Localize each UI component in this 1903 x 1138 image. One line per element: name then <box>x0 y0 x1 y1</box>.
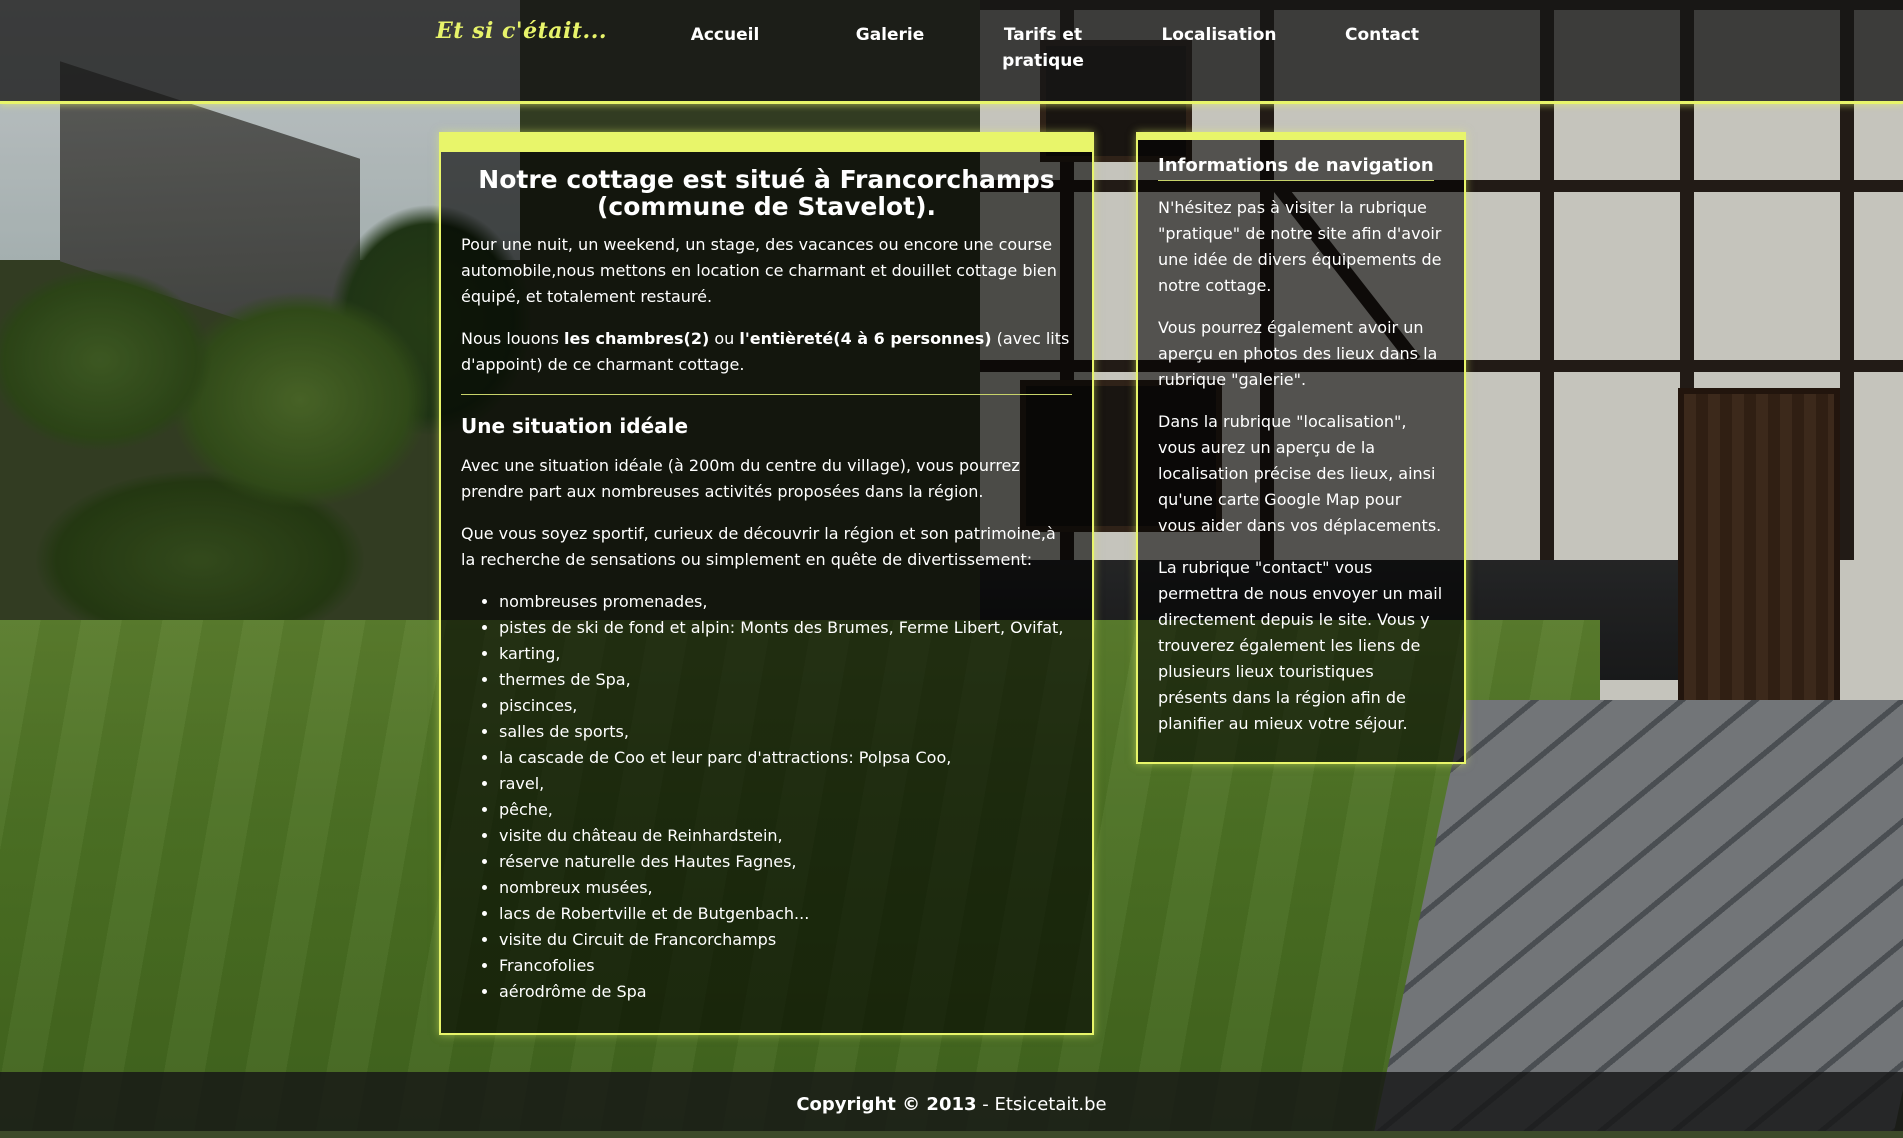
side-paragraph-contact: La rubrique "contact" vous permettra de … <box>1158 558 1443 733</box>
main-content-panel: Notre cottage est situé à Francorchamps … <box>439 132 1094 1035</box>
list-item: pêche, <box>499 797 1072 823</box>
page-title: Notre cottage est situé à Francorchamps … <box>478 165 1055 221</box>
rental-paragraph: Nous louons les chambres(2) ou l'entière… <box>461 329 1070 374</box>
list-item: thermes de Spa, <box>499 667 1072 693</box>
divider <box>461 394 1072 395</box>
side-paragraph-galerie: Vous pourrez également avoir un aperçu e… <box>1158 318 1438 389</box>
section-title: Une situation idéale <box>461 414 689 438</box>
list-item: piscinces, <box>499 693 1072 719</box>
list-item: aérodrôme de Spa <box>499 979 1072 1005</box>
side-title: Informations de navigation <box>1158 154 1434 181</box>
activities-list: nombreuses promenades, pistes de ski de … <box>461 589 1072 1005</box>
nav-localisation[interactable]: Localisation <box>1154 22 1284 48</box>
list-item: réserve naturelle des Hautes Fagnes, <box>499 849 1072 875</box>
intro-paragraph: Pour une nuit, un weekend, un stage, des… <box>461 235 1057 306</box>
visitors-paragraph: Que vous soyez sportif, curieux de décou… <box>461 524 1056 569</box>
navigation-info-panel: Informations de navigation N'hésitez pas… <box>1136 132 1466 764</box>
list-item: visite du château de Reinhardstein, <box>499 823 1072 849</box>
copyright-text: Copyright © 2013 <box>796 1094 977 1115</box>
nav-accueil[interactable]: Accueil <box>660 22 790 48</box>
site-footer: Copyright © 2013 - Etsicetait.be <box>0 1072 1903 1131</box>
footer-site-name: Etsicetait.be <box>994 1094 1107 1115</box>
list-item: ravel, <box>499 771 1072 797</box>
list-item: visite du Circuit de Francorchamps <box>499 927 1072 953</box>
list-item: Francofolies <box>499 953 1072 979</box>
situation-paragraph: Avec une situation idéale (à 200m du cen… <box>461 456 1020 501</box>
rooms-highlight: les chambres(2) <box>564 329 710 348</box>
whole-highlight: l'entièreté(4 à 6 personnes) <box>739 329 992 348</box>
nav-galerie[interactable]: Galerie <box>825 22 955 48</box>
list-item: pistes de ski de fond et alpin: Monts de… <box>499 615 1072 641</box>
nav-tarifs-pratique[interactable]: Tarifs et pratique <box>988 22 1098 74</box>
list-item: la cascade de Coo et leur parc d'attract… <box>499 745 1072 771</box>
site-header: Et si c'était... Accueil Galerie Tarifs … <box>0 0 1903 104</box>
nav-contact[interactable]: Contact <box>1317 22 1447 48</box>
side-paragraph-pratique: N'hésitez pas à visiter la rubrique "pra… <box>1158 198 1442 295</box>
list-item: nombreuses promenades, <box>499 589 1072 615</box>
site-logo[interactable]: Et si c'était... <box>436 18 607 44</box>
list-item: karting, <box>499 641 1072 667</box>
main-nav: Accueil Galerie Tarifs et pratique Local… <box>660 22 1460 82</box>
side-paragraph-localisation: Dans la rubrique "localisation", vous au… <box>1158 412 1442 535</box>
list-item: salles de sports, <box>499 719 1072 745</box>
list-item: lacs de Robertville et de Butgenbach... <box>499 901 1072 927</box>
list-item: nombreux musées, <box>499 875 1072 901</box>
